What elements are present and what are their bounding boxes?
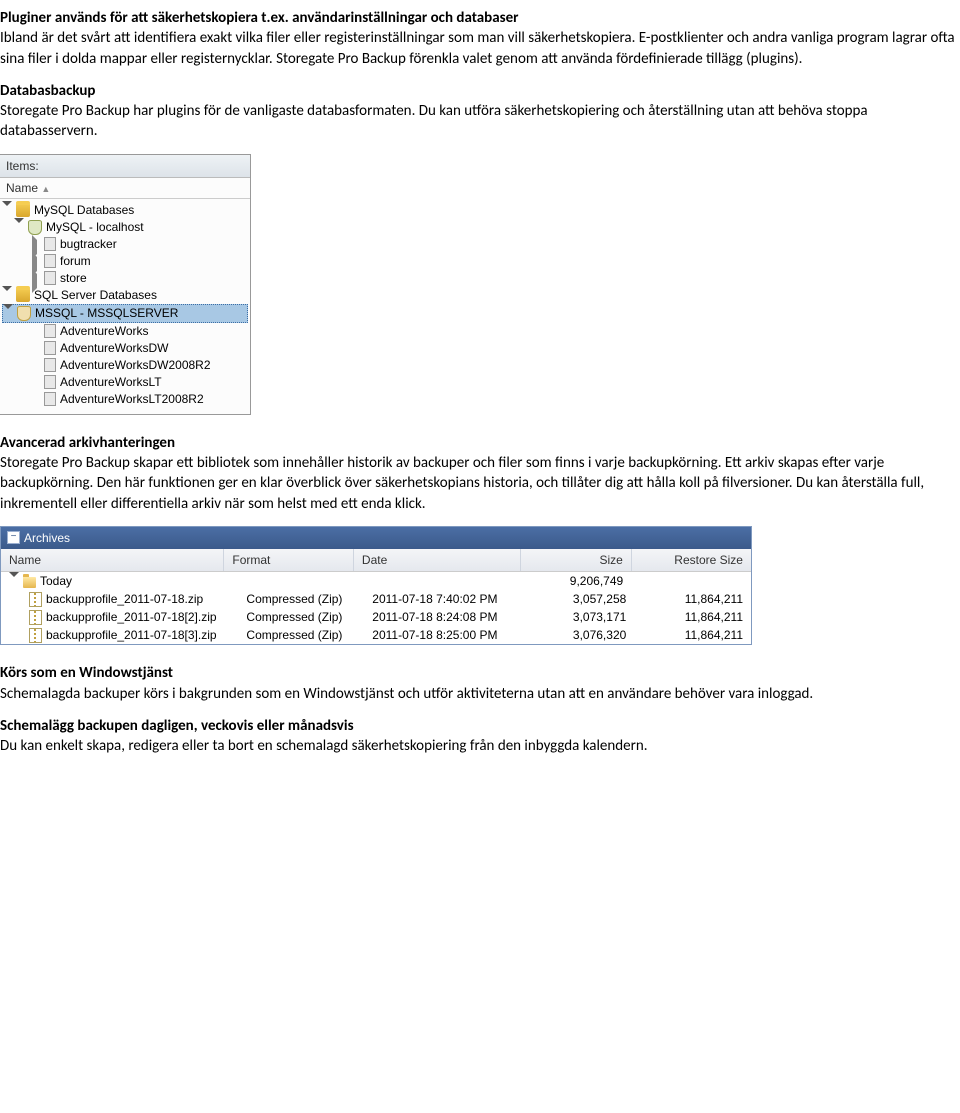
db-item-icon [44, 237, 56, 251]
archive-group-label: Today [40, 573, 72, 589]
archive-group-row[interactable]: Today 9,206,749 [1, 572, 751, 590]
db-item-icon [44, 358, 56, 372]
tree-label: AdventureWorksDW2008R2 [60, 357, 211, 373]
archive-row[interactable]: backupprofile_2011-07-18[2].zip Compress… [1, 608, 751, 626]
archive-row[interactable]: backupprofile_2011-07-18[3].zip Compress… [1, 626, 751, 644]
section-windows-service: Körs som en Windowstjänst Schemalagda ba… [0, 663, 956, 704]
chevron-down-icon[interactable] [14, 218, 24, 237]
db-item-icon [44, 392, 56, 406]
heading-windows-service: Körs som en Windowstjänst [0, 664, 173, 682]
archive-group-size: 9,206,749 [521, 573, 631, 589]
archive-size: 3,076,320 [527, 627, 635, 643]
tree-label: MySQL - localhost [46, 219, 144, 235]
col-restore-size[interactable]: Restore Size [632, 549, 751, 571]
database-group-icon [16, 288, 30, 302]
tree-db-item[interactable]: bugtracker [0, 236, 250, 253]
tree-db-item[interactable]: AdventureWorksDW2008R2 [0, 357, 250, 374]
chevron-down-icon[interactable] [2, 286, 12, 305]
tree-label: store [60, 270, 87, 286]
tree-db-item[interactable]: forum [0, 253, 250, 270]
database-icon [28, 220, 42, 235]
tree-db-item[interactable]: AdventureWorksLT2008R2 [0, 391, 250, 408]
database-icon [17, 306, 31, 321]
archive-name: backupprofile_2011-07-18.zip [46, 591, 203, 607]
archive-restore-size: 11,864,211 [634, 627, 751, 643]
tree-db-item[interactable]: AdventureWorks [0, 323, 250, 340]
paragraph-plugins: Ibland är det svårt att identifiera exak… [0, 29, 955, 67]
archive-size: 3,073,171 [527, 609, 635, 625]
tree-db-item[interactable]: store [0, 270, 250, 287]
items-panel-header: Items: [0, 155, 250, 178]
archives-panel-header[interactable]: − Archives [1, 527, 751, 549]
archives-panel: − Archives Name Format Date Size Restore… [0, 526, 752, 645]
archive-format: Compressed (Zip) [238, 591, 364, 607]
archive-format: Compressed (Zip) [238, 627, 364, 643]
zip-icon [29, 592, 42, 607]
folder-icon [23, 577, 36, 588]
section-archives-text: Avancerad arkivhanteringen Storegate Pro… [0, 433, 956, 514]
archive-restore-size: 11,864,211 [634, 591, 751, 607]
tree-label: AdventureWorksDW [60, 340, 168, 356]
heading-archives: Avancerad arkivhanteringen [0, 434, 175, 452]
col-format[interactable]: Format [224, 549, 354, 571]
collapse-icon[interactable]: − [7, 531, 20, 544]
tree-label: SQL Server Databases [34, 287, 157, 303]
items-tree: MySQL Databases MySQL - localhost bugtra… [0, 199, 250, 414]
tree-label: AdventureWorksLT [60, 374, 162, 390]
chevron-down-icon[interactable] [9, 572, 19, 591]
db-item-icon [44, 341, 56, 355]
archive-name: backupprofile_2011-07-18[2].zip [46, 609, 217, 625]
col-size[interactable]: Size [521, 549, 632, 571]
tree-label: forum [60, 253, 91, 269]
database-group-icon [16, 203, 30, 217]
archive-row[interactable]: backupprofile_2011-07-18.zip Compressed … [1, 590, 751, 608]
zip-icon [29, 628, 42, 643]
tree-label: AdventureWorksLT2008R2 [60, 391, 204, 407]
archives-title-label: Archives [24, 530, 70, 546]
chevron-down-icon[interactable] [2, 201, 12, 220]
db-item-icon [44, 324, 56, 338]
col-date[interactable]: Date [354, 549, 521, 571]
archive-name: backupprofile_2011-07-18[3].zip [46, 627, 217, 643]
heading-plugins: Pluginer används för att säkerhetskopier… [0, 9, 519, 27]
chevron-down-icon[interactable] [3, 304, 13, 323]
col-name[interactable]: Name [1, 549, 224, 571]
tree-label: bugtracker [60, 236, 117, 252]
section-plugins: Pluginer används för att säkerhetskopier… [0, 8, 956, 69]
tree-label: MySQL Databases [34, 202, 134, 218]
archives-columns: Name Format Date Size Restore Size [1, 549, 751, 572]
archive-restore-size: 11,864,211 [634, 609, 751, 625]
items-col-name[interactable]: Name ▲ [0, 178, 250, 199]
tree-mysql-category[interactable]: MySQL Databases [0, 202, 250, 219]
sort-asc-icon: ▲ [41, 184, 50, 194]
paragraph-windows-service: Schemalagda backuper körs i bakgrunden s… [0, 685, 813, 703]
zip-icon [29, 610, 42, 625]
db-item-icon [44, 271, 56, 285]
paragraph-schedule: Du kan enkelt skapa, redigera eller ta b… [0, 737, 648, 755]
section-schedule: Schemalägg backupen dagligen, veckovis e… [0, 716, 956, 757]
tree-label: MSSQL - MSSQLSERVER [35, 305, 178, 321]
paragraph-databasbackup: Storegate Pro Backup har plugins för de … [0, 102, 868, 140]
archive-size: 3,057,258 [527, 591, 635, 607]
archive-date: 2011-07-18 7:40:02 PM [364, 591, 526, 607]
db-item-icon [44, 254, 56, 268]
items-panel: Items: Name ▲ MySQL Databases MySQL - lo… [0, 154, 251, 415]
archive-format: Compressed (Zip) [238, 609, 364, 625]
paragraph-archives: Storegate Pro Backup skapar ett bibliote… [0, 454, 924, 513]
heading-schedule: Schemalägg backupen dagligen, veckovis e… [0, 717, 354, 735]
archive-date: 2011-07-18 8:24:08 PM [364, 609, 526, 625]
db-item-icon [44, 375, 56, 389]
tree-label: AdventureWorks [60, 323, 148, 339]
tree-db-item[interactable]: AdventureWorksDW [0, 340, 250, 357]
tree-sqlserver-connection[interactable]: MSSQL - MSSQLSERVER [2, 304, 248, 323]
section-databasbackup: Databasbackup Storegate Pro Backup har p… [0, 81, 956, 142]
tree-mysql-connection[interactable]: MySQL - localhost [0, 219, 250, 236]
tree-db-item[interactable]: AdventureWorksLT [0, 374, 250, 391]
heading-databasbackup: Databasbackup [0, 82, 95, 100]
archive-date: 2011-07-18 8:25:00 PM [364, 627, 526, 643]
tree-sqlserver-category[interactable]: SQL Server Databases [0, 287, 250, 304]
